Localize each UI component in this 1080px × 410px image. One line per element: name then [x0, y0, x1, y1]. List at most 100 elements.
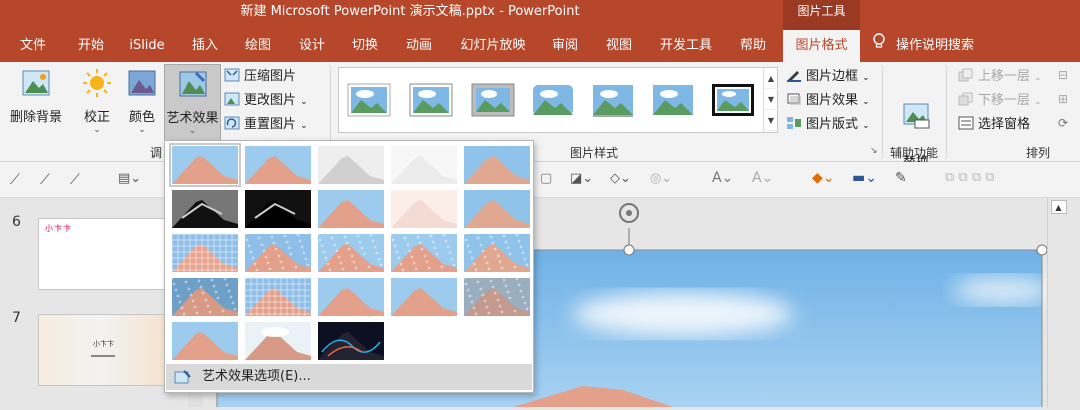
tab-picture-format[interactable]: 图片格式 — [783, 30, 860, 62]
artistic-effect-option[interactable] — [172, 190, 238, 228]
artistic-effect-option[interactable] — [245, 322, 311, 360]
tab-developer[interactable]: 开发工具 — [654, 30, 718, 62]
color-label: 颜色 — [128, 110, 155, 125]
artistic-effect-option[interactable] — [172, 322, 238, 360]
tab-insert[interactable]: 插入 — [180, 30, 230, 62]
remove-background-icon — [6, 68, 66, 102]
selection-pane-button[interactable]: 选择窗格 — [958, 114, 1030, 136]
artistic-effect-option[interactable] — [318, 322, 384, 360]
scroll-up-icon[interactable]: ▲ — [1050, 200, 1067, 214]
remove-background-label: 删除背景 — [9, 110, 62, 125]
fill-color-icon[interactable]: ◆⌄ — [812, 170, 835, 186]
artistic-effect-option[interactable] — [245, 146, 311, 184]
artistic-effect-option[interactable] — [464, 234, 530, 272]
artistic-effect-option[interactable] — [464, 278, 530, 316]
format-painter-icon[interactable]: ✎ — [895, 170, 907, 186]
search-label: 操作说明搜索 — [896, 38, 975, 53]
gallery-more-icon[interactable]: ▼ — [764, 110, 778, 131]
send-backward-button[interactable]: 下移一层 ⌄ — [958, 90, 1042, 112]
style-thumb-6[interactable] — [651, 82, 695, 118]
bring-forward-button[interactable]: 上移一层 ⌄ — [958, 66, 1042, 88]
tab-draw[interactable]: 绘图 — [233, 30, 283, 62]
artistic-effects-options-item[interactable]: 艺术效果选项(E)... — [166, 364, 532, 390]
group-separator — [882, 66, 883, 158]
shape-outline-icon[interactable]: ◎⌄ — [650, 171, 672, 186]
tab-transitions[interactable]: 切换 — [340, 30, 390, 62]
tab-slideshow[interactable]: 幻灯片放映 — [455, 30, 531, 62]
corrections-button[interactable]: 校正 ⌄ — [74, 68, 120, 144]
shape-icon[interactable]: ▢ — [540, 171, 552, 186]
layout-icon — [786, 116, 802, 130]
shape-effects-icon[interactable]: ◪⌄ — [570, 171, 593, 186]
tab-file[interactable]: 文件 — [8, 30, 58, 62]
eyedropper-icon[interactable]: ⟋ — [10, 172, 20, 188]
artistic-effect-option[interactable] — [464, 190, 530, 228]
artistic-effect-option[interactable] — [318, 234, 384, 272]
artistic-effect-option[interactable] — [169, 143, 241, 187]
align-icon[interactable]: ⊟ — [1058, 68, 1068, 82]
eyedropper-icon[interactable]: ⟋ — [70, 172, 80, 188]
artistic-effect-option[interactable] — [172, 234, 238, 272]
shape-style-icon[interactable]: ◇⌄ — [610, 171, 631, 186]
artistic-effects-label: 艺术效果 — [166, 111, 219, 126]
tab-review[interactable]: 审阅 — [540, 30, 590, 62]
line-color-icon[interactable]: ▬⌄ — [852, 170, 877, 186]
change-picture-button[interactable]: 更改图片 ⌄ — [224, 90, 308, 112]
color-button[interactable]: 颜色 ⌄ — [122, 68, 162, 144]
effects-icon — [786, 92, 802, 106]
artistic-effect-option[interactable] — [464, 146, 530, 184]
artistic-effect-option[interactable] — [245, 278, 311, 316]
tab-islide[interactable]: iSlide — [122, 30, 172, 62]
tab-animations[interactable]: 动画 — [394, 30, 444, 62]
reset-picture-button[interactable]: 重置图片 ⌄ — [224, 114, 308, 136]
artistic-effect-option[interactable] — [391, 146, 457, 184]
artistic-effect-option[interactable] — [245, 234, 311, 272]
tab-view[interactable]: 视图 — [594, 30, 644, 62]
text-outline-a-icon[interactable]: A⌄ — [752, 170, 773, 186]
style-thumb-1[interactable] — [347, 82, 391, 118]
group-objects-icon[interactable]: ⊞ — [1058, 92, 1068, 106]
picture-border-button[interactable]: 图片边框 ⌄ — [786, 66, 870, 88]
arrange-icon[interactable]: ⧉ ⧉ ⧉ ⧉ — [945, 170, 995, 185]
artistic-effect-option[interactable] — [391, 234, 457, 272]
artistic-effect-option[interactable] — [318, 278, 384, 316]
style-thumb-7[interactable] — [711, 82, 755, 118]
text-box-icon[interactable]: ▤⌄ — [118, 171, 141, 186]
artistic-effect-option[interactable] — [391, 278, 457, 316]
style-thumb-3[interactable] — [471, 82, 515, 118]
rotate-icon[interactable]: ⟳ — [1058, 116, 1068, 130]
picture-color-icon — [122, 68, 162, 102]
slide-thumbnail[interactable]: 小卞卞 — [38, 218, 166, 290]
tab-design[interactable]: 设计 — [287, 30, 337, 62]
chevron-down-icon: ⌄ — [862, 97, 870, 107]
group-separator — [946, 66, 947, 158]
tab-help[interactable]: 帮助 — [728, 30, 778, 62]
alt-text-button[interactable]: 替换 文字 — [892, 68, 940, 186]
chevron-down-icon[interactable]: ▼ — [764, 89, 778, 110]
artistic-effects-button[interactable]: 艺术效果 ⌄ — [164, 64, 221, 142]
artistic-effect-option[interactable] — [318, 190, 384, 228]
chevron-down-icon: ⌄ — [138, 125, 146, 135]
picture-effects-button[interactable]: 图片效果 ⌄ — [786, 90, 870, 112]
remove-background-button[interactable]: 删除背景 — [6, 68, 66, 138]
tab-home[interactable]: 开始 — [66, 30, 116, 62]
eyedropper-icon[interactable]: ⟋ — [40, 172, 50, 188]
style-thumb-4[interactable] — [531, 82, 575, 118]
artistic-effect-option[interactable] — [391, 190, 457, 228]
compress-pictures-button[interactable]: 压缩图片 — [224, 66, 296, 88]
slide-thumbnail[interactable]: 小卞卞 — [38, 314, 166, 386]
tell-me-search[interactable]: 操作说明搜索 — [872, 30, 974, 62]
canvas-scrollbar[interactable]: ▲ — [1047, 198, 1069, 407]
style-thumb-2[interactable] — [409, 82, 453, 118]
artistic-effect-option[interactable] — [245, 190, 311, 228]
artistic-effect-option[interactable] — [172, 278, 238, 316]
chevron-up-icon[interactable]: ▲ — [764, 68, 778, 89]
artistic-effect-option[interactable] — [318, 146, 384, 184]
gallery-scroll[interactable]: ▲ ▼ ▼ — [763, 68, 778, 132]
dialog-launcher-icon[interactable]: ↘ — [870, 146, 878, 156]
bring-forward-icon — [958, 68, 974, 82]
picture-tools-context-label: 图片工具 — [783, 0, 860, 30]
font-color-a-icon[interactable]: A⌄ — [712, 170, 733, 186]
picture-layout-button[interactable]: 图片版式 ⌄ — [786, 114, 870, 136]
style-thumb-5[interactable] — [591, 82, 635, 118]
